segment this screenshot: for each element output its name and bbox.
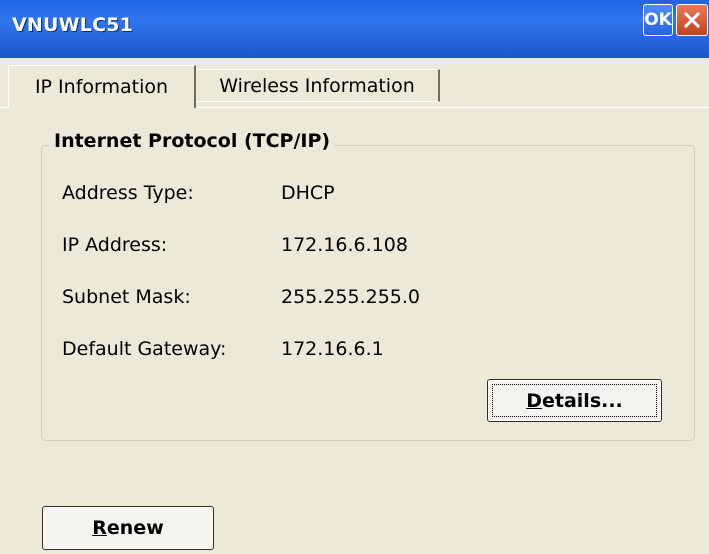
renew-button[interactable]: Renew: [42, 506, 214, 550]
focus-rectangle: [492, 384, 657, 417]
ip-address-value: 172.16.6.108: [281, 234, 408, 256]
default-gateway-label: Default Gateway:: [62, 338, 227, 360]
details-button[interactable]: Details...: [487, 379, 662, 422]
close-button[interactable]: [676, 4, 708, 36]
window-title: VNUWLC51: [12, 14, 134, 36]
tab-ip-information[interactable]: IP Information: [8, 65, 196, 108]
group-title: Internet Protocol (TCP/IP): [50, 130, 335, 152]
ip-address-label: IP Address:: [62, 234, 168, 256]
close-icon: [683, 11, 701, 29]
address-type-value: DHCP: [281, 182, 335, 204]
tab-wireless-information[interactable]: Wireless Information: [195, 69, 440, 102]
ok-button[interactable]: OK: [643, 4, 673, 36]
title-bar: VNUWLC51 OK: [0, 0, 709, 58]
subnet-mask-label: Subnet Mask:: [62, 286, 191, 308]
tab-strip: IP Information Wireless Information: [0, 58, 709, 108]
default-gateway-value: 172.16.6.1: [281, 338, 384, 360]
renew-button-label: Renew: [92, 517, 164, 539]
subnet-mask-value: 255.255.255.0: [281, 286, 421, 308]
address-type-label: Address Type:: [62, 182, 194, 204]
